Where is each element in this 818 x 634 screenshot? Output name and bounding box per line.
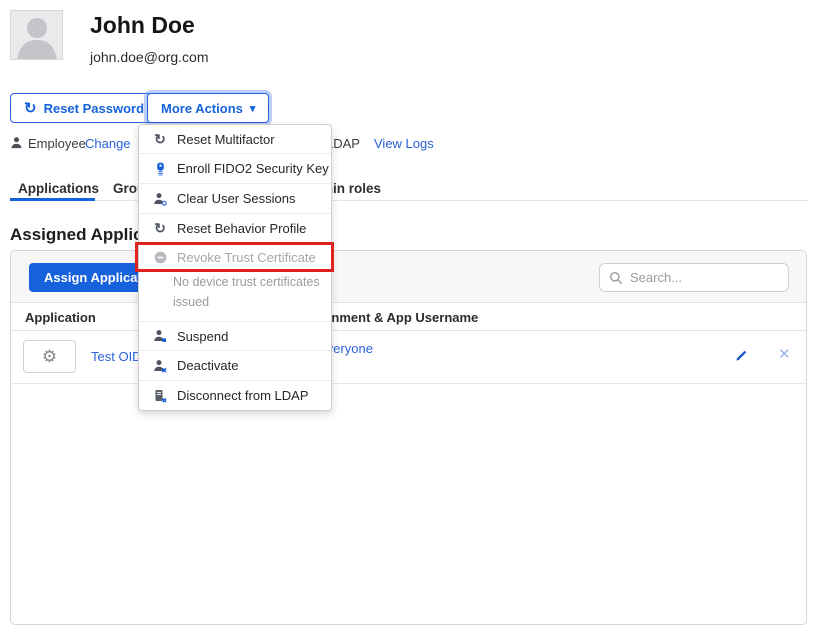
menu-item-clear-sessions[interactable]: Clear User Sessions xyxy=(139,184,331,214)
user-disconnect-icon xyxy=(152,389,168,403)
reset-password-button[interactable]: ↻ Reset Password xyxy=(10,93,158,123)
menu-item-subtext: No device trust certificates issued xyxy=(139,271,333,321)
change-user-type-link[interactable]: Change xyxy=(85,136,131,151)
more-actions-menu: ↻ Reset Multifactor Enroll FIDO2 Securit… xyxy=(138,124,332,411)
user-email: john.doe@org.com xyxy=(90,49,209,65)
assigned-applications-card: Assign Application Application Assignmen… xyxy=(10,250,807,625)
page-title: John Doe xyxy=(90,12,195,39)
person-icon xyxy=(10,136,23,152)
avatar xyxy=(10,10,63,60)
minus-circle-icon xyxy=(152,250,168,264)
menu-item-reset-behavior[interactable]: ↻ Reset Behavior Profile xyxy=(139,214,331,243)
table-row: ⚙ Test OIDC Everyone ✕ xyxy=(11,331,806,384)
edit-icon[interactable] xyxy=(735,349,748,367)
menu-item-revoke-trust-certificate[interactable]: Revoke Trust Certificate xyxy=(139,243,331,271)
table-toolbar: Assign Application xyxy=(11,251,806,303)
active-tab-underline xyxy=(10,198,95,201)
security-key-icon xyxy=(152,162,168,176)
refresh-icon: ↻ xyxy=(24,101,37,116)
search-input[interactable] xyxy=(630,270,770,285)
user-suspend-icon xyxy=(152,329,168,343)
reset-password-label: Reset Password xyxy=(44,101,144,116)
tabs-divider xyxy=(10,200,808,201)
menu-item-suspend[interactable]: Suspend xyxy=(139,322,331,351)
menu-item-enroll-fido2[interactable]: Enroll FIDO2 Security Key xyxy=(139,154,331,184)
menu-item-reset-multifactor[interactable]: ↻ Reset Multifactor xyxy=(139,125,331,154)
user-status-row: Employee Change LDAP View Logs xyxy=(0,134,818,154)
table-header-row: Application Assignment & App Username xyxy=(11,303,806,331)
column-header-application: Application xyxy=(25,310,96,325)
gear-icon: ⚙ xyxy=(42,348,57,365)
remove-icon[interactable]: ✕ xyxy=(778,345,791,363)
more-actions-button[interactable]: More Actions ▾ xyxy=(147,93,269,123)
user-sessions-icon xyxy=(152,192,168,206)
menu-item-disconnect-ldap[interactable]: Disconnect from LDAP xyxy=(139,381,331,410)
app-logo[interactable]: ⚙ xyxy=(23,340,76,373)
person-silhouette-icon xyxy=(11,11,63,60)
view-logs-link[interactable]: View Logs xyxy=(374,136,434,151)
more-actions-label: More Actions xyxy=(161,101,243,116)
user-detail-page: John Doe john.doe@org.com ↻ Reset Passwo… xyxy=(0,0,818,634)
search-icon xyxy=(609,271,623,285)
chevron-down-icon: ▾ xyxy=(250,102,256,115)
menu-item-deactivate[interactable]: Deactivate xyxy=(139,351,331,381)
user-type-label: Employee xyxy=(28,136,86,151)
search-box[interactable] xyxy=(599,263,789,292)
refresh-icon: ↻ xyxy=(152,221,168,235)
menu-group-revoke-trust: Revoke Trust Certificate No device trust… xyxy=(139,243,331,322)
refresh-icon: ↻ xyxy=(152,132,168,146)
user-deactivate-icon xyxy=(152,359,168,373)
tab-applications[interactable]: Applications xyxy=(18,181,99,196)
